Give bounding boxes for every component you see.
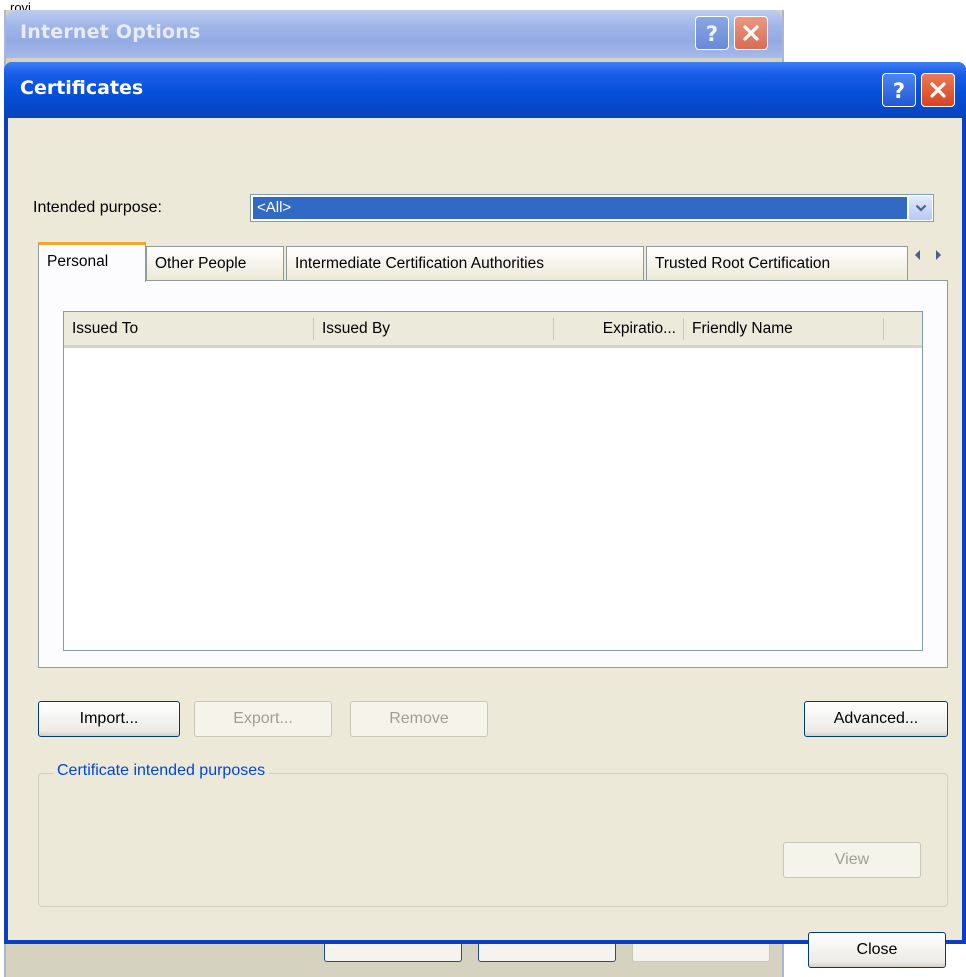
tab-personal[interactable]: Personal bbox=[38, 242, 146, 282]
tab-panel: Issued To Issued By Expiratio... Friendl… bbox=[38, 280, 948, 668]
column-label: Expiratio... bbox=[602, 320, 676, 337]
dialog-title: Certificates bbox=[20, 77, 144, 99]
close-button[interactable]: Close bbox=[808, 932, 946, 968]
export-button[interactable]: Export... bbox=[194, 701, 332, 737]
purpose-select[interactable]: <All> bbox=[250, 194, 934, 222]
column-label: Issued To bbox=[72, 320, 139, 337]
dropdown-button[interactable] bbox=[909, 196, 932, 220]
column-issued-by[interactable]: Issued By bbox=[314, 312, 554, 348]
internet-options-titlebar: Internet Options ? bbox=[6, 10, 782, 58]
column-friendly-name[interactable]: Friendly Name bbox=[684, 312, 884, 348]
io-help-button[interactable]: ? bbox=[695, 16, 729, 50]
column-label: Issued By bbox=[322, 320, 391, 337]
intended-purposes-group: Certificate intended purposes View bbox=[38, 762, 948, 907]
tab-other-people[interactable]: Other People bbox=[146, 246, 284, 280]
tab-scroll-buttons bbox=[908, 244, 948, 266]
column-label: Friendly Name bbox=[692, 320, 793, 337]
tab-trusted-root[interactable]: Trusted Root Certification bbox=[646, 246, 908, 280]
purpose-label: Intended purpose: bbox=[33, 199, 162, 216]
svg-text:?: ? bbox=[893, 79, 905, 102]
list-header: Issued To Issued By Expiratio... Friendl… bbox=[64, 312, 922, 350]
column-filler bbox=[884, 312, 922, 348]
import-button[interactable]: Import... bbox=[38, 701, 180, 737]
close-window-button[interactable] bbox=[921, 73, 955, 107]
certificates-titlebar: Certificates ? bbox=[4, 62, 966, 118]
purpose-selected-value: <All> bbox=[253, 197, 907, 219]
certificates-dialog: Certificates ? Intended purpose: <All> P… bbox=[4, 62, 966, 968]
chevron-left-icon[interactable] bbox=[913, 249, 923, 261]
group-label: Certificate intended purposes bbox=[53, 762, 270, 780]
help-icon: ? bbox=[706, 22, 718, 45]
view-button[interactable]: View bbox=[783, 842, 921, 878]
chevron-down-icon bbox=[915, 204, 926, 212]
certificate-list[interactable]: Issued To Issued By Expiratio... Friendl… bbox=[63, 311, 923, 651]
io-close-button[interactable] bbox=[734, 16, 768, 50]
svg-text:?: ? bbox=[706, 22, 718, 45]
dialog-client-area: Intended purpose: <All> Personal Other P… bbox=[8, 118, 962, 968]
close-icon bbox=[930, 82, 946, 98]
remove-button[interactable]: Remove bbox=[350, 701, 488, 737]
help-icon: ? bbox=[893, 79, 905, 102]
close-icon bbox=[743, 25, 759, 41]
tab-intermediate-ca[interactable]: Intermediate Certification Authorities bbox=[286, 246, 644, 280]
column-issued-to[interactable]: Issued To bbox=[64, 312, 314, 348]
column-expiration[interactable]: Expiratio... bbox=[554, 312, 684, 348]
help-button[interactable]: ? bbox=[882, 73, 916, 107]
certificate-tabs: Personal Other People Intermediate Certi… bbox=[38, 242, 948, 282]
advanced-button[interactable]: Advanced... bbox=[804, 701, 948, 737]
chevron-right-icon[interactable] bbox=[933, 249, 943, 261]
internet-options-title: Internet Options bbox=[20, 21, 201, 43]
